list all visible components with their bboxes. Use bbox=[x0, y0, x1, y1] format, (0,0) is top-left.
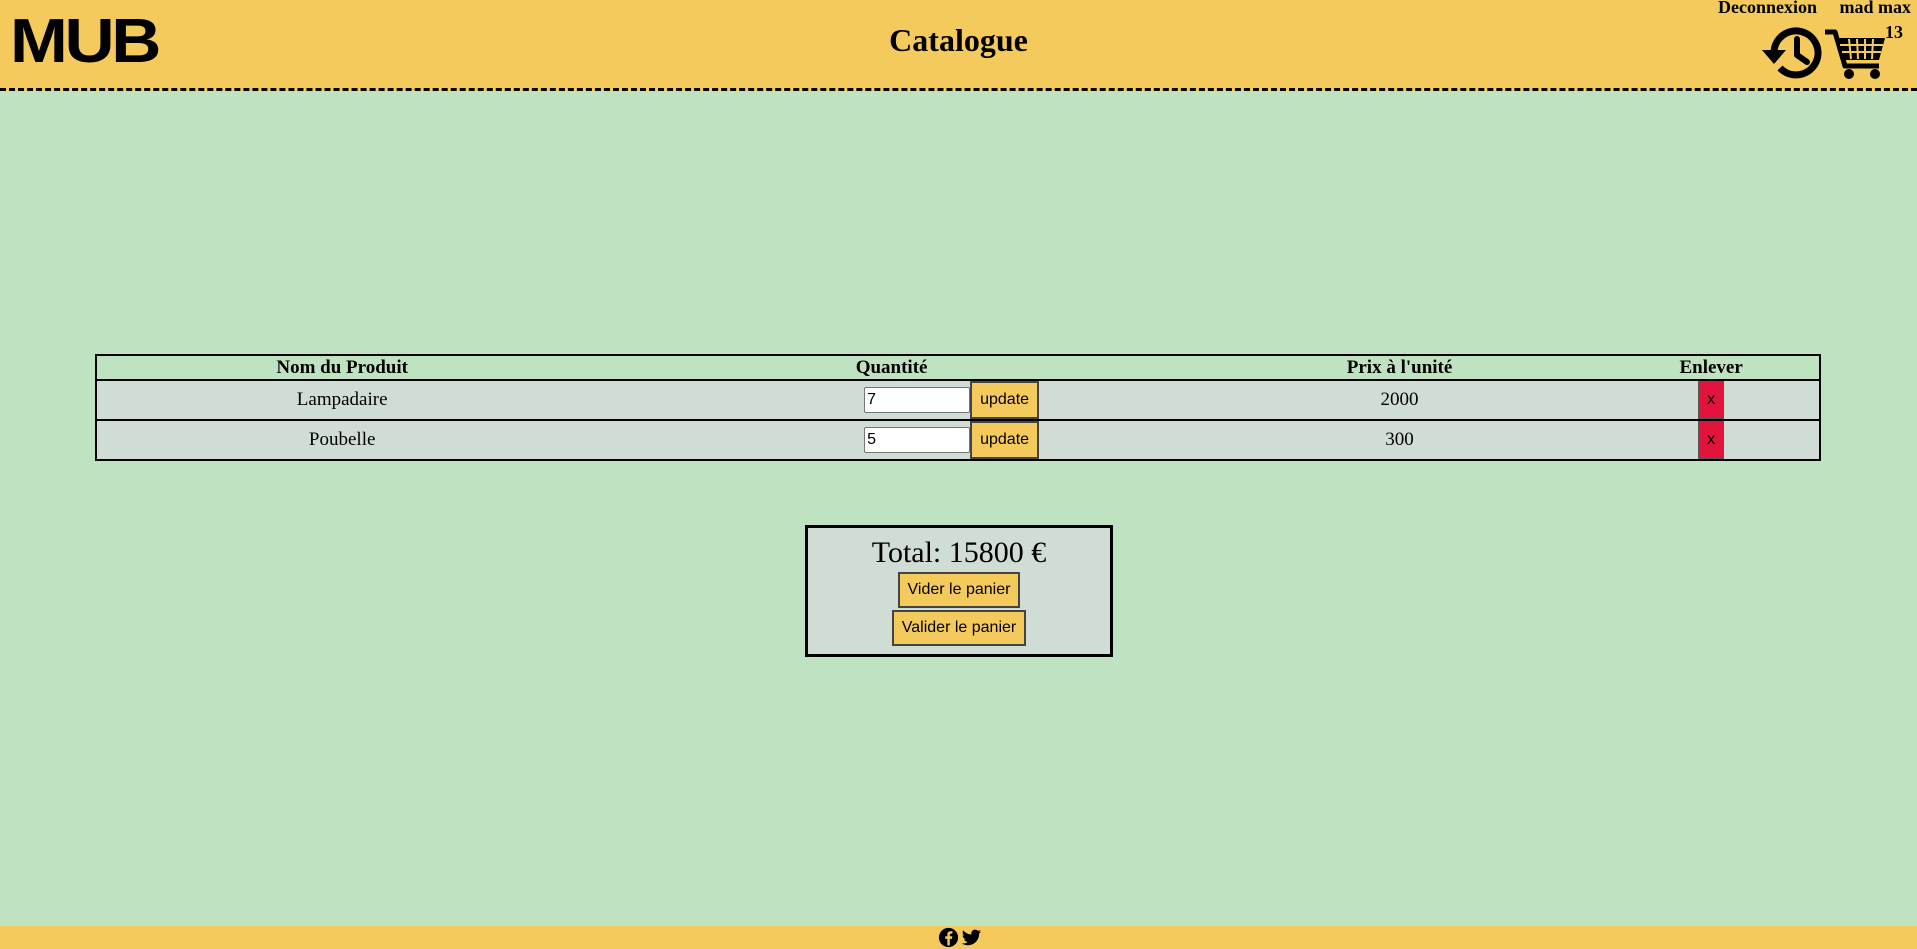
facebook-icon[interactable] bbox=[938, 927, 959, 948]
table-row: Lampadaire update 2000 x bbox=[96, 379, 1820, 420]
update-button[interactable]: update bbox=[970, 381, 1040, 419]
top-links: Deconnexion mad max bbox=[1700, 0, 1911, 18]
unit-price: 2000 bbox=[1195, 379, 1604, 420]
remove-cell: x bbox=[1603, 419, 1820, 460]
twitter-icon[interactable] bbox=[961, 927, 982, 948]
header-unit-price: Prix à l'unité bbox=[1195, 355, 1604, 380]
page-title: Catalogue bbox=[889, 22, 1028, 58]
history-icon[interactable] bbox=[1760, 20, 1826, 86]
quantity-cell: update bbox=[587, 379, 1196, 420]
quantity-control: update bbox=[864, 421, 1040, 459]
remove-button[interactable]: x bbox=[1698, 381, 1725, 419]
quantity-cell: update bbox=[587, 419, 1196, 460]
unit-price: 300 bbox=[1195, 419, 1604, 460]
social-links bbox=[938, 927, 982, 948]
cart-icon[interactable] bbox=[1823, 26, 1889, 80]
header-product-name: Nom du Produit bbox=[96, 355, 588, 380]
header: MUB Catalogue Deconnexion mad max 13 bbox=[0, 0, 1917, 91]
product-name: Lampadaire bbox=[96, 379, 588, 420]
header-remove: Enlever bbox=[1603, 355, 1820, 380]
validate-cart-button[interactable]: Valider le panier bbox=[891, 610, 1027, 646]
update-button[interactable]: update bbox=[970, 421, 1040, 459]
cart-count-badge: 13 bbox=[1885, 22, 1903, 42]
total-amount: Total: 15800 € bbox=[871, 536, 1047, 569]
remove-cell: x bbox=[1603, 379, 1820, 420]
quantity-input[interactable] bbox=[864, 427, 971, 453]
footer bbox=[0, 926, 1917, 949]
table-row: Poubelle update 300 x bbox=[96, 419, 1820, 460]
quantity-input[interactable] bbox=[864, 387, 971, 413]
logout-link[interactable]: Deconnexion bbox=[1718, 0, 1817, 17]
product-name: Poubelle bbox=[96, 419, 588, 460]
header-quantity: Quantité bbox=[587, 355, 1196, 380]
quantity-control: update bbox=[864, 381, 1040, 419]
cart-summary: Total: 15800 € Vider le panier Valider l… bbox=[805, 525, 1113, 657]
remove-button[interactable]: x bbox=[1698, 421, 1725, 459]
table-header-row: Nom du Produit Quantité Prix à l'unité E… bbox=[96, 355, 1820, 380]
cart-table: Nom du Produit Quantité Prix à l'unité E… bbox=[95, 354, 1821, 461]
username-link[interactable]: mad max bbox=[1840, 0, 1912, 17]
empty-cart-button[interactable]: Vider le panier bbox=[897, 572, 1021, 608]
